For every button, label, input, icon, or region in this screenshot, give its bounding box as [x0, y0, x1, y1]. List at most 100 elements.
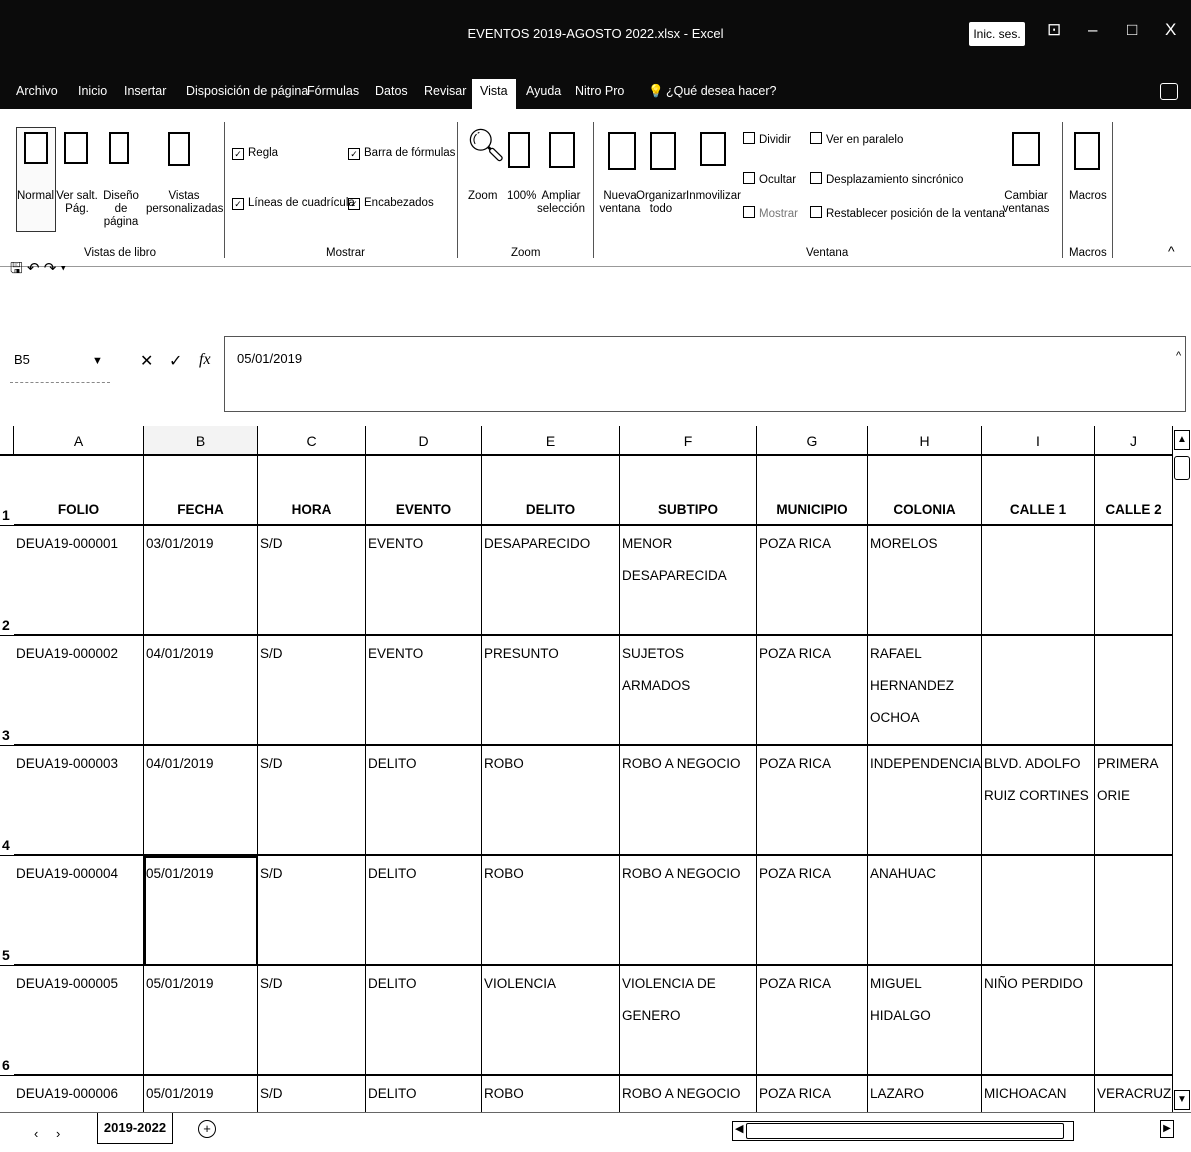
- restore-button[interactable]: □: [1127, 20, 1137, 40]
- cell-e3[interactable]: PRESUNTO: [482, 636, 620, 746]
- arrange-all-label[interactable]: Organizar todo: [636, 190, 687, 216]
- add-sheet-button[interactable]: +: [198, 1120, 216, 1138]
- tab-disposicion[interactable]: Disposición de página: [186, 84, 308, 98]
- view-side-by-side-button[interactable]: Ver en paralelo: [810, 132, 903, 147]
- cell-c5[interactable]: S/D: [258, 856, 366, 966]
- cell-c6[interactable]: S/D: [258, 966, 366, 1076]
- new-window-icon[interactable]: [608, 132, 636, 170]
- cell-f5[interactable]: ROBO A NEGOCIO: [620, 856, 757, 966]
- headings-checkbox[interactable]: ✓ Encabezados: [348, 197, 434, 210]
- cell-f3[interactable]: SUJETOS ARMADOS: [620, 636, 757, 746]
- switch-windows-label[interactable]: Cambiar ventanas: [998, 190, 1054, 216]
- comments-icon[interactable]: [1160, 83, 1178, 100]
- cell-g7[interactable]: POZA RICA: [757, 1076, 868, 1112]
- column-header-g[interactable]: G: [757, 426, 868, 456]
- cell-a7[interactable]: DEUA19-000006: [14, 1076, 144, 1112]
- tab-insertar[interactable]: Insertar: [124, 84, 166, 98]
- macros-label[interactable]: Macros: [1069, 190, 1107, 203]
- expand-formula-bar-icon[interactable]: ^: [1176, 350, 1181, 362]
- gridlines-checkbox[interactable]: ✓ Líneas de cuadrícula: [232, 197, 355, 210]
- cell-b7[interactable]: 05/01/2019: [144, 1076, 258, 1112]
- header-cell-j[interactable]: CALLE 2: [1095, 456, 1173, 526]
- column-header-a[interactable]: A: [14, 426, 144, 456]
- switch-windows-icon[interactable]: [1012, 132, 1040, 166]
- zoom-to-selection-label[interactable]: Ampliar selección: [536, 190, 586, 216]
- header-cell-b[interactable]: FECHA: [144, 456, 258, 526]
- freeze-panes-icon[interactable]: [700, 132, 726, 166]
- header-cell-g[interactable]: MUNICIPIO: [757, 456, 868, 526]
- row-header-3[interactable]: 3: [0, 636, 14, 746]
- collapse-ribbon-icon[interactable]: ^: [1168, 244, 1175, 258]
- formula-bar-checkbox[interactable]: ✓ Barra de fórmulas: [348, 147, 455, 160]
- cell-b2[interactable]: 03/01/2019: [144, 526, 258, 636]
- column-header-h[interactable]: H: [868, 426, 982, 456]
- zoom-label[interactable]: Zoom: [468, 190, 497, 203]
- cell-d2[interactable]: EVENTO: [366, 526, 482, 636]
- cell-h3[interactable]: RAFAEL HERNANDEZ OCHOA: [868, 636, 982, 746]
- cell-j3[interactable]: [1095, 636, 1173, 746]
- prev-sheet-icon[interactable]: ‹: [34, 1126, 38, 1141]
- cell-e7[interactable]: ROBO: [482, 1076, 620, 1112]
- macros-icon[interactable]: [1074, 132, 1100, 170]
- minimize-button[interactable]: –: [1088, 20, 1097, 40]
- column-header-c[interactable]: C: [258, 426, 366, 456]
- cell-i4[interactable]: BLVD. ADOLFO RUIZ CORTINES: [982, 746, 1095, 856]
- enter-button[interactable]: ✓: [169, 351, 182, 371]
- cell-f6[interactable]: VIOLENCIA DE GENERO: [620, 966, 757, 1076]
- vertical-scrollbar[interactable]: ▲ ▼: [1173, 426, 1191, 1112]
- page-break-preview-label[interactable]: Ver salt. Pág.: [56, 190, 98, 216]
- spreadsheet-grid[interactable]: A B C D E F G H I J 1 2 3 4 5 6 FOLIO FECHA HORA EVENTO DELI…: [0, 426, 1173, 1112]
- tab-nitro-pro[interactable]: Nitro Pro: [575, 84, 624, 98]
- row-header-2[interactable]: 2: [0, 526, 14, 636]
- cell-c7[interactable]: S/D: [258, 1076, 366, 1112]
- cell-h2[interactable]: MORELOS: [868, 526, 982, 636]
- cell-j2[interactable]: [1095, 526, 1173, 636]
- column-header-f[interactable]: F: [620, 426, 757, 456]
- cell-d7[interactable]: DELITO: [366, 1076, 482, 1112]
- column-header-e[interactable]: E: [482, 426, 620, 456]
- scroll-up-icon[interactable]: ▲: [1174, 430, 1190, 450]
- cell-g4[interactable]: POZA RICA: [757, 746, 868, 856]
- row-header-5[interactable]: 5: [0, 856, 14, 966]
- tell-me-search[interactable]: ¿Qué desea hacer?: [666, 84, 777, 98]
- header-cell-c[interactable]: HORA: [258, 456, 366, 526]
- cell-d5[interactable]: DELITO: [366, 856, 482, 966]
- save-icon[interactable]: 🖫: [10, 260, 23, 277]
- header-cell-f[interactable]: SUBTIPO: [620, 456, 757, 526]
- cell-h7[interactable]: LAZARO CARDENAS: [868, 1076, 982, 1112]
- ruler-checkbox[interactable]: ✓ Regla: [232, 147, 278, 160]
- cell-j4[interactable]: PRIMERA ORIE: [1095, 746, 1173, 856]
- scroll-right-icon[interactable]: ▶: [1160, 1120, 1174, 1138]
- ribbon-display-icon[interactable]: ⊡: [1047, 20, 1061, 40]
- cell-i5[interactable]: [982, 856, 1095, 966]
- tab-archivo[interactable]: Archivo: [16, 84, 58, 98]
- scroll-down-icon[interactable]: ▼: [1174, 1090, 1190, 1110]
- column-header-d[interactable]: D: [366, 426, 482, 456]
- redo-icon[interactable]: ↷: [44, 260, 57, 277]
- custom-views-icon[interactable]: [168, 132, 190, 166]
- header-cell-i[interactable]: CALLE 1: [982, 456, 1095, 526]
- row-header-6[interactable]: 6: [0, 966, 14, 1076]
- freeze-panes-label[interactable]: Inmovilizar: [686, 190, 741, 203]
- column-header-b[interactable]: B: [144, 426, 258, 456]
- page-layout-label[interactable]: Diseño de página: [96, 190, 146, 229]
- cell-i7[interactable]: MICHOACAN: [982, 1076, 1095, 1112]
- cell-j5[interactable]: [1095, 856, 1173, 966]
- unhide-button[interactable]: Mostrar: [743, 206, 798, 221]
- close-button[interactable]: X: [1165, 20, 1176, 40]
- insert-function-button[interactable]: fx: [199, 351, 211, 369]
- cell-d4[interactable]: DELITO: [366, 746, 482, 856]
- tab-datos[interactable]: Datos: [375, 84, 408, 98]
- column-header-j[interactable]: J: [1095, 426, 1173, 456]
- cancel-button[interactable]: ✕: [140, 351, 153, 371]
- sign-in-button[interactable]: Inic. ses.: [969, 22, 1025, 46]
- cell-i6[interactable]: NIÑO PERDIDO: [982, 966, 1095, 1076]
- cell-a6[interactable]: DEUA19-000005: [14, 966, 144, 1076]
- cell-h6[interactable]: MIGUEL HIDALGO: [868, 966, 982, 1076]
- tab-vista[interactable]: Vista: [480, 84, 508, 98]
- cell-h5[interactable]: ANAHUAC: [868, 856, 982, 966]
- tab-revisar[interactable]: Revisar: [424, 84, 466, 98]
- header-cell-h[interactable]: COLONIA: [868, 456, 982, 526]
- cell-f2[interactable]: MENOR DESAPARECIDA: [620, 526, 757, 636]
- cell-d3[interactable]: EVENTO: [366, 636, 482, 746]
